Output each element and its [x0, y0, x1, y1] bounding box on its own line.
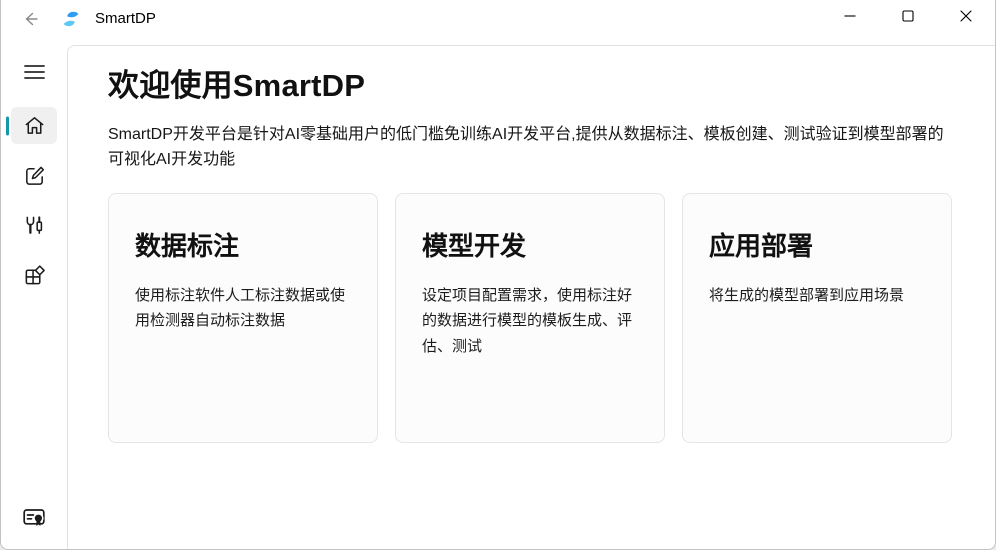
card-title: 模型开发 — [422, 230, 527, 261]
card-app-deployment[interactable]: 应用部署 将生成的模型部署到应用场景 — [682, 192, 952, 443]
sidebar — [1, 45, 67, 549]
card-title: 数据标注 — [135, 230, 240, 261]
app-window: SmartDP 欢迎使用SmartDP SmartDP开发平台是针对AI零基础用… — [0, 0, 996, 550]
hamburger-menu-icon — [23, 65, 45, 79]
app-title: SmartDP — [95, 10, 156, 27]
card-description: 使用标注软件人工标注数据或使用检测器自动标注数据 — [135, 286, 346, 330]
main-content: 欢迎使用SmartDP SmartDP开发平台是针对AI零基础用户的低门槛免训练… — [67, 45, 995, 549]
back-arrow-icon — [25, 12, 38, 25]
home-icon — [25, 117, 43, 134]
minimize-button[interactable] — [821, 0, 879, 32]
page-title: 欢迎使用SmartDP — [108, 68, 366, 103]
active-indicator — [6, 116, 9, 135]
card-title: 应用部署 — [709, 230, 814, 261]
maximize-button[interactable] — [879, 0, 937, 32]
sidebar-item-deployment[interactable] — [11, 257, 57, 294]
certificate-license-icon — [23, 508, 45, 526]
maximize-icon — [902, 10, 914, 22]
feature-cards: 数据标注 使用标注软件人工标注数据或使用检测器自动标注数据 模型开发 设定项目配… — [108, 192, 959, 443]
page-description: SmartDP开发平台是针对AI零基础用户的低门槛免训练AI开发平台,提供从数据… — [108, 126, 944, 168]
sidebar-item-license[interactable] — [11, 498, 57, 535]
sidebar-item-home[interactable] — [6, 107, 57, 144]
window-controls — [821, 0, 995, 32]
smartdp-logo-icon — [63, 11, 79, 26]
back-button[interactable] — [15, 4, 45, 34]
tools-wrench-screwdriver-icon — [26, 216, 42, 234]
titlebar: SmartDP — [1, 0, 995, 45]
card-model-development[interactable]: 模型开发 设定项目配置需求，使用标注好的数据进行模型的模板生成、评估、测试 — [395, 192, 665, 443]
edit-compose-icon — [25, 166, 44, 185]
close-button[interactable] — [937, 0, 995, 32]
card-data-annotation[interactable]: 数据标注 使用标注软件人工标注数据或使用检测器自动标注数据 — [108, 192, 378, 443]
sidebar-item-annotation[interactable] — [11, 157, 57, 194]
apps-grid-icon — [25, 265, 45, 285]
minimize-icon — [844, 15, 856, 17]
sidebar-item-model-dev[interactable] — [11, 207, 57, 244]
close-icon — [960, 10, 972, 22]
nav-menu-toggle[interactable] — [14, 55, 54, 89]
card-description: 将生成的模型部署到应用场景 — [709, 286, 905, 304]
card-description: 设定项目配置需求，使用标注好的数据进行模型的模板生成、评估、测试 — [422, 286, 633, 355]
